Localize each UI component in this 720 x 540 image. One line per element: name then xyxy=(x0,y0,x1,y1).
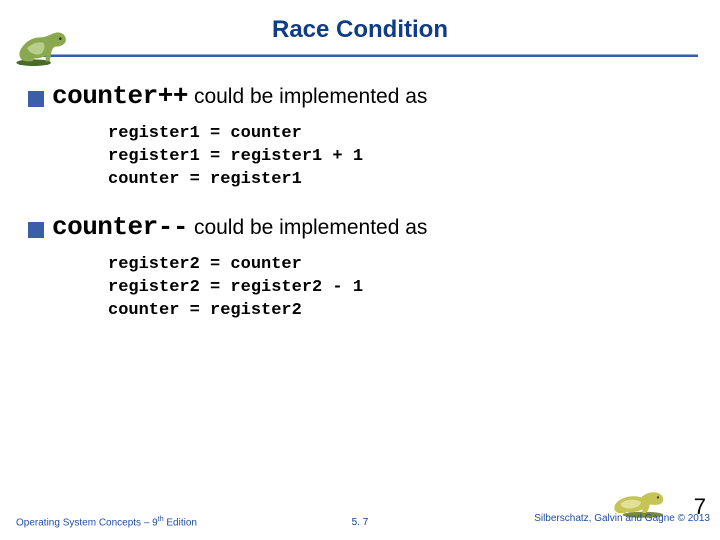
slide-footer: Operating System Concepts – 9th Edition … xyxy=(0,498,720,532)
slide-title: Race Condition xyxy=(0,16,720,44)
bullet-item-2: counter-- could be implemented as xyxy=(28,212,692,242)
footer-left-b: Edition xyxy=(164,517,197,528)
footer-right: Silberschatz, Galvin and Gagne © 2013 xyxy=(534,513,710,524)
slide-body: counter++ could be implemented as regist… xyxy=(0,57,720,323)
slide-header: Race Condition xyxy=(0,0,720,57)
footer-left: Operating System Concepts – 9th Edition xyxy=(16,516,197,528)
bullet-item-1: counter++ could be implemented as xyxy=(28,81,692,111)
square-bullet-icon xyxy=(28,222,44,238)
dinosaur-icon xyxy=(12,28,82,68)
footer-left-a: Operating System Concepts – 9 xyxy=(16,517,158,528)
bullet-text-1: could be implemented as xyxy=(194,85,427,109)
square-bullet-icon xyxy=(28,91,44,107)
bullet-text-2: could be implemented as xyxy=(194,216,427,240)
slide: Race Condition counter++ could be implem… xyxy=(0,0,720,540)
code-block-1: register1 = counter register1 = register… xyxy=(108,123,692,192)
footer-center: 5. 7 xyxy=(352,517,369,528)
title-rule xyxy=(22,54,698,57)
bullet-code-1: counter++ xyxy=(52,81,188,111)
bullet-code-2: counter-- xyxy=(52,212,188,242)
code-block-2: register2 = counter register2 = register… xyxy=(108,254,692,323)
